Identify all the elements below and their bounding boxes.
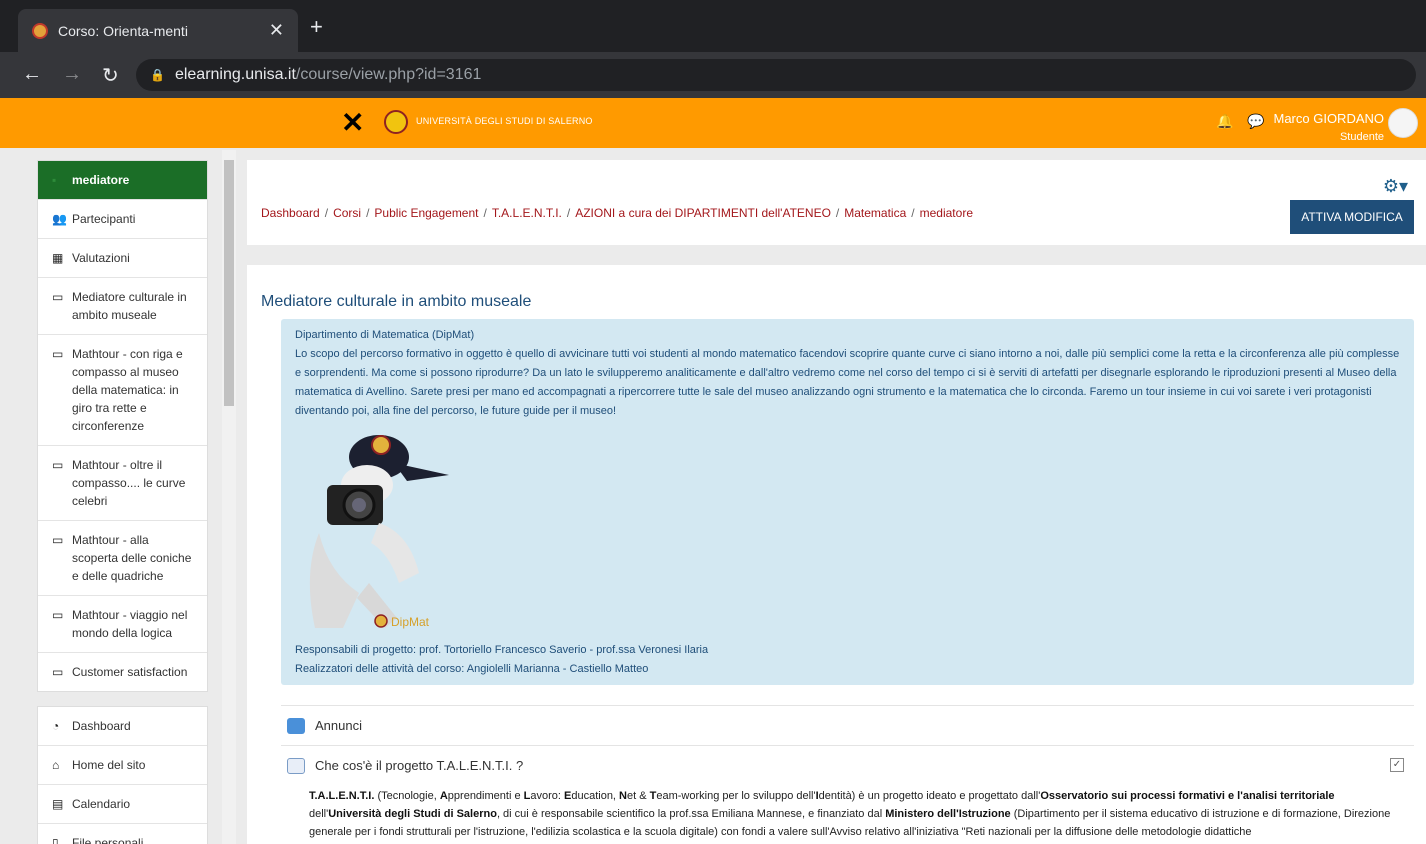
activity-talenti[interactable]: Che cos'è il progetto T.A.L.E.N.T.I. ? ✓ xyxy=(281,745,1414,785)
address-bar: ← → ↻ 🔒 elearning.unisa.it/course/view.p… xyxy=(0,52,1426,98)
nav-item-valutazioni[interactable]: ▦ Valutazioni xyxy=(38,239,207,278)
nav-item-section-5[interactable]: ▭ Mathtour - viaggio nel mondo della log… xyxy=(38,596,207,653)
breadcrumb-item[interactable]: Matematica xyxy=(844,206,906,220)
chat-icon[interactable]: 💬 xyxy=(1247,113,1264,130)
forum-icon xyxy=(287,717,305,734)
nav-item-label: mediatore xyxy=(72,173,130,187)
activity-label[interactable]: Annunci xyxy=(315,718,362,733)
back-icon[interactable]: ← xyxy=(22,63,42,86)
user-role: Studente xyxy=(1339,131,1384,143)
course-title: Mediatore culturale in ambito museale xyxy=(261,293,532,310)
page-icon xyxy=(287,757,305,774)
nav-item-label: Dashboard xyxy=(72,719,131,733)
nav-item-label: Partecipanti xyxy=(72,212,136,226)
new-tab-button[interactable]: + xyxy=(310,14,323,40)
folder-icon: ▭ xyxy=(52,290,64,304)
nav-item-section-2[interactable]: ▭ Mathtour - con riga e compasso al muse… xyxy=(38,335,207,446)
lock-icon: 🔒 xyxy=(150,68,165,82)
nav-item-label: Mathtour - alla scoperta delle coniche e… xyxy=(72,533,192,583)
avatar[interactable] xyxy=(1388,108,1418,138)
forward-icon[interactable]: → xyxy=(62,63,82,86)
url-path: /course/view.php?id=3161 xyxy=(295,66,482,83)
site-nav: ◔ Dashboard ⌂ Home del sito ▤ Calendario… xyxy=(37,706,208,844)
browser-tabbar: Corso: Orienta-menti ✕ + xyxy=(0,0,1426,52)
nav-item-calendario[interactable]: ▤ Calendario xyxy=(38,785,207,824)
nav-item-home[interactable]: ⌂ Home del sito xyxy=(38,746,207,785)
breadcrumb-item[interactable]: mediatore xyxy=(920,206,973,220)
course-content: Mediatore culturale in ambito museale Di… xyxy=(247,265,1426,844)
nav-item-file-personali[interactable]: ▯ File personali xyxy=(38,824,207,844)
nav-scrollbar-thumb[interactable] xyxy=(224,160,234,406)
breadcrumb-item[interactable]: Corsi xyxy=(333,206,361,220)
url-field[interactable]: 🔒 elearning.unisa.it/course/view.php?id=… xyxy=(136,59,1416,91)
edit-mode-button[interactable]: ATTIVA MODIFICA xyxy=(1290,200,1414,234)
department: Dipartimento di Matematica (DipMat) xyxy=(295,329,475,341)
gear-icon[interactable]: ⚙▾ xyxy=(1383,176,1408,197)
nav-item-section-1[interactable]: ▭ Mediatore culturale in ambito museale xyxy=(38,278,207,335)
table-icon: ▦ xyxy=(52,251,64,265)
nav-item-label: Customer satisfaction xyxy=(72,665,188,679)
responsabili: Responsabili di progetto: prof. Tortorie… xyxy=(295,644,709,656)
dashboard-icon: ◔ xyxy=(52,719,60,733)
folder-icon: ▭ xyxy=(52,608,64,622)
nav-item-label: Mathtour - viaggio nel mondo della logic… xyxy=(72,608,188,640)
nav-item-label: Home del sito xyxy=(72,758,146,772)
nav-item-mediatore[interactable]: ▪ mediatore xyxy=(38,161,207,200)
nav-item-section-4[interactable]: ▭ Mathtour - alla scoperta delle coniche… xyxy=(38,521,207,596)
page-header: Dashboard / Corsi / Public Engagement / T.A.L.… xyxy=(247,160,1426,245)
nav-item-partecipanti[interactable]: 👥 Partecipanti xyxy=(38,200,207,239)
close-drawer-icon[interactable]: ✕ xyxy=(341,106,364,139)
site-header: ✕ UNIVERSITÀ DEGLI STUDI DI SALERNO 🔔 💬 … xyxy=(0,98,1426,148)
course-nav: ▪ mediatore 👥 Partecipanti ▦ Valutazioni… xyxy=(37,160,208,692)
breadcrumb-item[interactable]: AZIONI a cura dei DIPARTIMENTI dell'ATEN… xyxy=(575,206,831,220)
activity-label[interactable]: Che cos'è il progetto T.A.L.E.N.T.I. ? xyxy=(315,758,523,773)
mascot-photographer-image: DipMat xyxy=(309,435,449,629)
nav-item-label: Mathtour - con riga e compasso al museo … xyxy=(72,347,183,433)
tab-title: Corso: Orienta-menti xyxy=(58,22,188,39)
course-description: Lo scopo del percorso formativo in ogget… xyxy=(295,348,1400,417)
university-seal-icon[interactable] xyxy=(384,110,408,134)
nav-item-dashboard[interactable]: ◔ Dashboard xyxy=(38,707,207,746)
users-icon: 👥 xyxy=(52,212,67,226)
course-summary: Dipartimento di Matematica (DipMat) Lo s… xyxy=(281,319,1414,685)
favicon-icon xyxy=(32,22,48,39)
nav-item-label: Calendario xyxy=(72,797,131,811)
folder-icon: ▭ xyxy=(52,458,64,472)
user-name: Marco GIORDANO xyxy=(1273,111,1384,126)
breadcrumb-item[interactable]: Dashboard xyxy=(261,206,320,220)
dipmat-logo-text: DipMat xyxy=(391,615,430,629)
activity-annunci[interactable]: Annunci xyxy=(281,705,1414,745)
url-host: elearning.unisa.it xyxy=(174,66,296,83)
folder-icon: ▭ xyxy=(52,533,64,547)
user-menu[interactable]: Marco GIORDANO Studente xyxy=(1273,110,1384,146)
home-icon: ⌂ xyxy=(52,758,60,772)
calendar-icon: ▤ xyxy=(52,797,64,811)
completion-checkbox[interactable]: ✓ xyxy=(1390,758,1404,772)
nav-item-label: Mediatore culturale in ambito museale xyxy=(72,290,187,322)
university-name[interactable]: UNIVERSITÀ DEGLI STUDI DI SALERNO xyxy=(416,116,593,126)
credits: Responsabili di progetto: prof. Tortorie… xyxy=(295,641,708,679)
nav-item-section-3[interactable]: ▭ Mathtour - oltre il compasso.... le cu… xyxy=(38,446,207,521)
reload-icon[interactable]: ↻ xyxy=(102,63,119,88)
talenti-description: T.A.L.E.N.T.I. (Tecnologie, Apprendiment… xyxy=(309,790,1391,838)
graduation-cap-icon: ▪ xyxy=(52,173,57,187)
folder-icon: ▭ xyxy=(52,347,64,361)
nav-item-customer-satisfaction[interactable]: ▭ Customer satisfaction xyxy=(38,653,207,691)
nav-item-label: Valutazioni xyxy=(72,251,130,265)
nav-item-label: File personali xyxy=(72,836,144,844)
breadcrumb-item[interactable]: T.A.L.E.N.T.I. xyxy=(492,206,562,220)
breadcrumb: Dashboard / Corsi / Public Engagement / T.A.L.… xyxy=(261,206,973,220)
realizzatori: Realizzatori delle attività del corso: A… xyxy=(295,663,649,675)
folder-icon: ▭ xyxy=(52,665,64,679)
bell-icon[interactable]: 🔔 xyxy=(1216,113,1233,130)
breadcrumb-item[interactable]: Public Engagement xyxy=(374,206,478,220)
file-icon: ▯ xyxy=(52,836,59,844)
close-tab-icon[interactable]: ✕ xyxy=(269,20,284,41)
left-nav: ▪ mediatore 👥 Partecipanti ▦ Valutazioni… xyxy=(37,160,208,844)
browser-tab[interactable]: Corso: Orienta-menti ✕ xyxy=(18,9,298,52)
nav-item-label: Mathtour - oltre il compasso.... le curv… xyxy=(72,458,186,508)
